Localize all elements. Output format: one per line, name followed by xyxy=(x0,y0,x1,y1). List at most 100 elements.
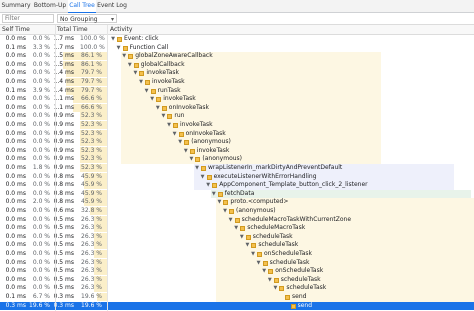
tree-row[interactable]: 0.0 ms 0.0 % 1.1 ms 66.6 % ▼ onInvokeTask xyxy=(0,103,474,112)
filter-input[interactable] xyxy=(2,14,54,23)
expand-triangle-icon[interactable]: ▼ xyxy=(272,284,278,292)
expand-triangle-icon[interactable]: ▼ xyxy=(200,173,206,181)
expand-triangle-icon[interactable]: ▼ xyxy=(110,35,116,43)
total-time-value: 0.5 ms xyxy=(53,284,74,292)
tree-row[interactable]: 0.0 ms 0.0 % 0.5 ms 26.3 % ▼ onScheduleTask xyxy=(0,267,474,276)
tree-row[interactable]: 0.0 ms 0.0 % 1.5 ms 86.1 % ▼ globalCallback xyxy=(0,60,474,69)
self-time-value: 0.0 ms xyxy=(5,112,26,120)
total-time-value: 0.9 ms xyxy=(53,112,74,120)
expand-triangle-icon[interactable]: ▼ xyxy=(188,155,194,163)
function-icon xyxy=(133,62,139,68)
tree-row[interactable]: 0.0 ms 0.0 % 0.5 ms 26.3 % ▼ scheduleMacroTas… xyxy=(0,215,474,224)
panel-tabs: Summary Bottom-Up Call Tree Event Log xyxy=(0,0,474,13)
self-time-value: 0.0 ms xyxy=(5,215,26,223)
expand-triangle-icon[interactable]: ▼ xyxy=(160,112,166,120)
tree-row[interactable]: 0.0 ms 0.0 % 0.9 ms 52.3 % ▼ (anonymous) xyxy=(0,138,474,147)
expand-triangle-icon[interactable]: ▼ xyxy=(250,250,256,258)
expand-triangle-icon[interactable]: ▼ xyxy=(256,259,262,267)
expand-triangle-icon[interactable]: ▼ xyxy=(172,130,178,138)
expand-triangle-icon[interactable]: ▼ xyxy=(261,267,267,275)
tree-row[interactable]: 0.0 ms 2.0 % 0.8 ms 45.9 % ▼ proto.<computed> xyxy=(0,198,474,207)
tab-event-log[interactable]: Event Log xyxy=(97,0,127,12)
tree-row[interactable]: 0.0 ms 0.0 % 0.8 ms 45.9 % ▼ executeListenerW… xyxy=(0,172,474,181)
function-icon xyxy=(122,45,128,51)
tree-row[interactable]: 0.0 ms 0.0 % 0.9 ms 52.3 % ▼ (anonymous) xyxy=(0,155,474,164)
expand-triangle-icon[interactable]: ▼ xyxy=(155,104,161,112)
tree-row[interactable]: 0.0 ms 0.0 % 0.5 ms 26.3 % ▼ scheduleMacroTas… xyxy=(0,224,474,233)
self-time-value: 0.0 ms xyxy=(5,35,26,42)
function-icon xyxy=(229,209,234,214)
tree-row[interactable]: 0.0 ms 0.0 % 0.9 ms 52.3 % ▼ invokeTask xyxy=(0,146,474,155)
tree-row[interactable]: 0.0 ms 0.0 % 0.5 ms 26.3 % ▼ onScheduleTask xyxy=(0,250,474,258)
tree-row[interactable]: 0.0 ms 0.0 % 0.9 ms 52.3 % ▼ onInvokeTask xyxy=(0,129,474,138)
expand-triangle-icon[interactable]: ▼ xyxy=(233,224,239,232)
function-icon xyxy=(206,174,212,180)
expand-triangle-icon[interactable]: ▼ xyxy=(222,207,228,215)
column-header-self-time[interactable]: Self Time xyxy=(2,25,30,34)
expand-triangle-icon[interactable]: ▼ xyxy=(138,78,144,86)
total-time-percent: 79.7 % xyxy=(81,69,102,77)
tree-row[interactable]: 0.0 ms 0.0 % 0.8 ms 45.9 % ▼ fetchData xyxy=(0,189,474,198)
expand-triangle-icon[interactable]: ▼ xyxy=(267,276,273,284)
expand-triangle-icon[interactable]: ▼ xyxy=(132,69,138,77)
activity-name: runTask xyxy=(157,86,181,94)
tree-row[interactable]: 0.0 ms 0.0 % 1.5 ms 86.1 % ▼ globalZoneAwareC… xyxy=(0,52,474,61)
tree-row[interactable]: 0.0 ms 0.0 % 0.6 ms 32.8 % ▼ (anonymous) xyxy=(0,207,474,215)
expand-triangle-icon[interactable]: ▼ xyxy=(166,121,172,129)
expand-triangle-icon[interactable]: ▼ xyxy=(211,190,217,198)
expand-triangle-icon[interactable]: ▼ xyxy=(116,44,122,52)
expand-triangle-icon[interactable]: ▼ xyxy=(239,233,245,241)
expand-triangle-icon[interactable]: ▼ xyxy=(205,181,211,189)
tree-row[interactable]: 0.0 ms 0.0 % 0.5 ms 26.3 % ▼ scheduleTask xyxy=(0,275,474,284)
expand-triangle-icon[interactable]: ▼ xyxy=(216,198,222,206)
expand-triangle-icon[interactable]: ▼ xyxy=(144,87,150,95)
activity-name: scheduleTask xyxy=(252,232,293,240)
expand-triangle-icon[interactable]: ▼ xyxy=(194,164,200,172)
tree-row[interactable]: 0.0 ms 0.0 % 0.5 ms 26.3 % ▼ scheduleTask xyxy=(0,241,474,250)
tree-row[interactable]: 0.0 ms 0.0 % 1.7 ms 100.0 % ▼ Event: click xyxy=(0,35,474,43)
expand-triangle-icon[interactable]: ▼ xyxy=(177,138,183,146)
tab-summary[interactable]: Summary xyxy=(0,0,32,12)
tree-row[interactable]: 0.1 ms 3.9 % 1.4 ms 79.7 % ▼ runTask xyxy=(0,86,474,95)
expand-triangle-icon[interactable]: ▼ xyxy=(121,52,127,60)
expand-triangle-icon[interactable]: ▼ xyxy=(127,61,133,69)
tree-row[interactable]: 0.1 ms 3.3 % 1.7 ms 100.0 % ▼ Function Call xyxy=(0,44,474,52)
tree-row[interactable]: 0.0 ms 0.0 % 0.5 ms 26.3 % ▼ scheduleTask xyxy=(0,284,474,293)
function-icon xyxy=(217,191,223,197)
total-time-percent: 52.3 % xyxy=(81,129,102,137)
tree-row[interactable]: 0.0 ms 0.0 % 0.5 ms 26.3 % ▼ scheduleTask xyxy=(0,232,474,241)
tree-row[interactable]: 0.0 ms 1.8 % 0.9 ms 52.3 % ▼ wrapListenerIn_m… xyxy=(0,164,474,172)
total-time-percent: 66.6 % xyxy=(81,95,102,103)
function-icon xyxy=(245,234,251,240)
tab-bottom-up[interactable]: Bottom-Up xyxy=(33,0,67,12)
column-header-activity[interactable]: Activity xyxy=(110,25,132,34)
grouping-select[interactable]: No Grouping ▾ xyxy=(57,14,117,23)
tree-row[interactable]: 0.0 ms 0.0 % 0.9 ms 52.3 % ▼ invokeTask xyxy=(0,121,474,129)
total-time-percent: 26.3 % xyxy=(81,250,102,257)
total-time-percent: 52.3 % xyxy=(81,121,102,128)
expand-triangle-icon[interactable]: ▼ xyxy=(228,216,234,224)
total-time-percent: 52.3 % xyxy=(81,138,102,146)
tab-call-tree[interactable]: Call Tree xyxy=(68,0,96,13)
toolbar: No Grouping ▾ xyxy=(0,13,474,25)
expand-triangle-icon[interactable]: ▼ xyxy=(244,241,250,249)
tree-row[interactable]: 0.1 ms 6.7 % 0.3 ms 19.6 % send xyxy=(0,293,474,301)
function-icon xyxy=(251,243,257,249)
expand-triangle-icon[interactable]: ▼ xyxy=(149,95,155,103)
tree-row[interactable]: 0.0 ms 0.0 % 1.1 ms 66.6 % ▼ invokeTask xyxy=(0,95,474,104)
function-icon xyxy=(178,131,184,137)
tree-row[interactable]: 0.0 ms 0.0 % 0.5 ms 26.3 % ▼ scheduleTask xyxy=(0,258,474,267)
total-time-percent: 52.3 % xyxy=(81,112,102,120)
activity-name: scheduleTask xyxy=(280,275,321,283)
total-time-percent: 52.3 % xyxy=(81,164,102,171)
tree-row[interactable]: 0.3 ms 19.6 % 0.3 ms 19.6 % send xyxy=(0,301,474,310)
expand-triangle-icon[interactable]: ▼ xyxy=(183,147,189,155)
tree-row[interactable]: 0.0 ms 0.0 % 1.4 ms 79.7 % ▼ invokeTask xyxy=(0,69,474,78)
column-header-total-time[interactable]: Total Time xyxy=(57,25,88,34)
activity-name: send xyxy=(292,293,307,300)
tree-row[interactable]: 0.0 ms 0.0 % 0.9 ms 52.3 % ▼ run xyxy=(0,112,474,121)
function-icon xyxy=(240,226,246,232)
tree-row[interactable]: 0.0 ms 0.0 % 0.8 ms 45.9 % ▼ AppComponent_Tem… xyxy=(0,181,474,190)
self-time-value: 0.0 ms xyxy=(5,207,26,214)
tree-row[interactable]: 0.0 ms 0.0 % 1.4 ms 79.7 % ▼ invokeTask xyxy=(0,78,474,86)
